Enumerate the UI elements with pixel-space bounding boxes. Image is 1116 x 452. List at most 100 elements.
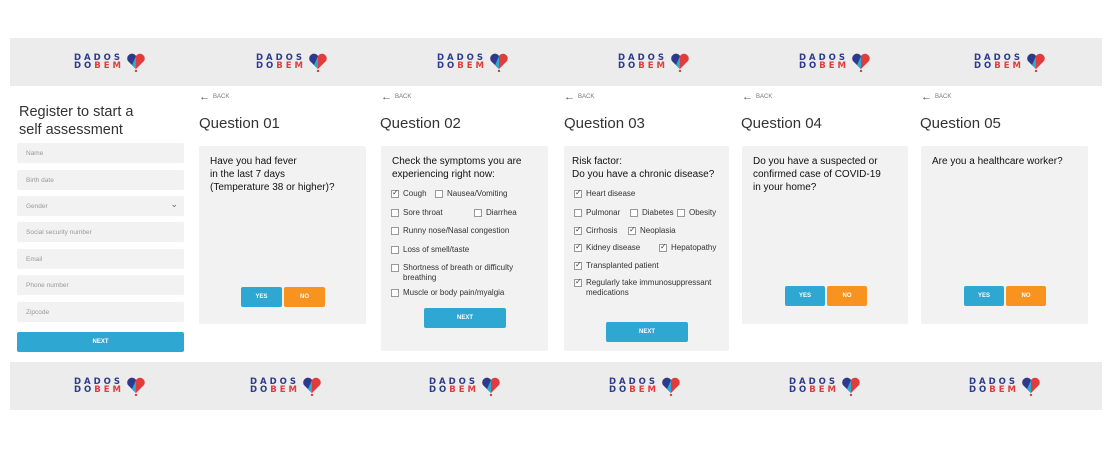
back-link[interactable]: ← BACK: [381, 92, 411, 103]
button-label: YES: [255, 294, 268, 300]
symptom-option[interactable]: Runny nose/Nasal congestion: [391, 226, 509, 236]
checkbox[interactable]: [391, 289, 399, 297]
checkbox[interactable]: [574, 242, 582, 252]
no-button[interactable]: NO: [284, 287, 325, 307]
email-field[interactable]: Email: [17, 249, 184, 269]
birth-date-field[interactable]: Birth date: [17, 170, 184, 190]
logo: DADOS DOBEM: [375, 362, 555, 410]
arrow-left-icon: ←: [564, 91, 575, 103]
risk-option[interactable]: Neoplasia: [628, 225, 676, 236]
symptom-option[interactable]: Diarrhea: [474, 208, 517, 218]
back-link[interactable]: ← BACK: [564, 91, 594, 103]
yes-button[interactable]: YES: [241, 287, 282, 307]
checkbox[interactable]: [391, 264, 399, 272]
question-card: Do you have a suspected or confirmed cas…: [742, 146, 908, 324]
risk-option[interactable]: Obesity: [677, 208, 716, 218]
symptom-option[interactable]: Sore throat: [391, 208, 443, 218]
risk-option[interactable]: Pulmonar: [574, 208, 620, 218]
phone-field[interactable]: Phone number: [17, 275, 184, 295]
question-text-line: Are you a healthcare worker?: [932, 156, 1063, 167]
field-placeholder: Name: [26, 149, 44, 157]
checkbox[interactable]: [391, 209, 399, 217]
checkbox[interactable]: [574, 209, 582, 217]
logo-text: DO: [249, 385, 271, 395]
heart-icon: [482, 377, 500, 396]
logo: DADOS DOBEM: [196, 362, 376, 410]
option-label: Loss of smell/taste: [403, 245, 470, 254]
checkbox[interactable]: [574, 277, 582, 287]
question-text: Check the symptoms you are experiencing …: [392, 155, 522, 181]
social-security-field[interactable]: Social security number: [17, 222, 184, 242]
back-link[interactable]: ← BACK: [199, 91, 229, 103]
button-label: YES: [798, 293, 811, 299]
back-link[interactable]: ← BACK: [742, 91, 773, 103]
button-label: NO: [300, 294, 309, 300]
checkbox[interactable]: [659, 242, 667, 252]
arrow-left-icon: ←: [742, 91, 753, 103]
question-card: Have you had fever in the last 7 days (T…: [199, 146, 366, 324]
checkbox[interactable]: [474, 209, 482, 217]
symptom-option[interactable]: Shortness of breath or difficulty breathi…: [391, 263, 513, 283]
symptom-option[interactable]: Cough: [391, 188, 427, 199]
logo-text: BEM: [270, 385, 301, 395]
page-title: Register to start a self assessment: [19, 103, 133, 139]
risk-option[interactable]: Cirrhosis: [574, 225, 618, 236]
symptom-option[interactable]: Nausea/Vomiting: [435, 189, 507, 199]
risk-option[interactable]: Regularly take immunosuppressantmedicati…: [574, 277, 712, 298]
yes-button[interactable]: YES: [785, 286, 825, 306]
question-card: Check the symptoms you are experiencing …: [381, 146, 548, 351]
yes-button[interactable]: YES: [964, 286, 1004, 306]
risk-option[interactable]: Diabetes: [630, 208, 674, 218]
question-title: Question 01: [199, 115, 280, 132]
logo: DADOS DOBEM: [20, 362, 200, 410]
next-button[interactable]: NEXT: [606, 322, 688, 342]
header-strip: DADOS DOBEM DADOS DOBEM DADOS DOBEM DADOS DO…: [10, 38, 1102, 86]
back-label: BACK: [756, 94, 773, 100]
arrow-left-icon: ←: [199, 91, 210, 103]
button-label: NEXT: [92, 339, 109, 345]
risk-option[interactable]: Kidney disease: [574, 242, 640, 253]
next-button[interactable]: NEXT: [424, 308, 506, 328]
checkbox[interactable]: [630, 209, 638, 217]
logo: DADOS DOBEM: [564, 38, 744, 86]
question-card: Risk factor: Do you have a chronic disea…: [564, 146, 729, 351]
heart-icon: [490, 53, 508, 72]
question-title: Question 02: [380, 115, 461, 132]
risk-option[interactable]: Hepatopathy: [659, 242, 716, 253]
logo: DADOS DOBEM: [383, 38, 563, 86]
checkbox[interactable]: [391, 246, 399, 254]
name-field[interactable]: Name: [17, 143, 184, 163]
symptom-option[interactable]: Muscle or body pain/myalgia: [391, 288, 504, 298]
option-label: Heart disease: [586, 189, 636, 198]
checkbox[interactable]: [391, 188, 399, 198]
arrow-left-icon: ←: [921, 91, 932, 103]
checkbox[interactable]: [677, 209, 685, 217]
option-label: Neoplasia: [640, 226, 676, 235]
checkbox[interactable]: [574, 188, 582, 198]
checkbox[interactable]: [574, 260, 582, 270]
no-button[interactable]: NO: [827, 286, 867, 306]
checkbox[interactable]: [628, 225, 636, 235]
logo: DADOS DOBEM: [555, 362, 735, 410]
gender-select[interactable]: Gender ⌄: [17, 196, 184, 216]
checkbox[interactable]: [391, 227, 399, 235]
back-link[interactable]: ← BACK: [921, 91, 952, 103]
logo: DADOS DOBEM: [745, 38, 925, 86]
risk-option[interactable]: Heart disease: [574, 188, 636, 199]
field-placeholder: Gender: [26, 202, 48, 210]
back-label: BACK: [935, 94, 952, 100]
option-label-line: medications: [586, 288, 629, 297]
logo: DADOS DOBEM: [202, 38, 382, 86]
logo-text: BEM: [276, 61, 307, 71]
logo-text: BEM: [638, 61, 669, 71]
checkbox[interactable]: [574, 225, 582, 235]
logo-text: BEM: [809, 385, 840, 395]
no-button[interactable]: NO: [1006, 286, 1046, 306]
zipcode-field[interactable]: Zipcode: [17, 302, 184, 322]
checkbox[interactable]: [435, 190, 443, 198]
next-button[interactable]: NEXT: [17, 332, 184, 352]
symptom-option[interactable]: Loss of smell/taste: [391, 245, 469, 255]
button-label: YES: [977, 293, 990, 299]
risk-option[interactable]: Transplanted patient: [574, 260, 659, 271]
option-label-line: Regularly take immunosuppressant: [586, 278, 712, 287]
